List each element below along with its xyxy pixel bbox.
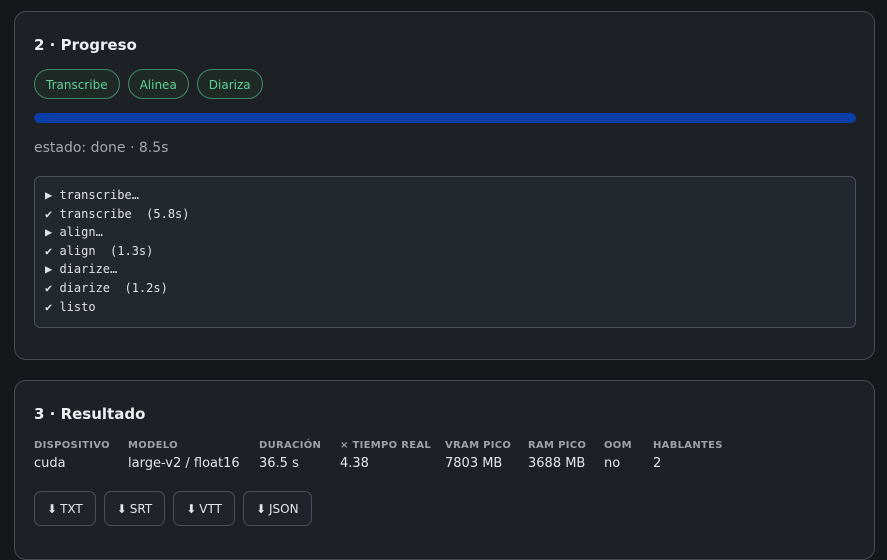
metric-value: large-v2 / float16 [128, 456, 240, 471]
log-line: ▶ diarize… [45, 262, 118, 277]
metric-label: VRAM PICO [445, 440, 512, 451]
metric-label: MODELO [128, 440, 178, 451]
metric-model: MODELO large-v2 / float16 [128, 440, 259, 471]
log-output[interactable]: ▶ transcribe… ✔ transcribe (5.8s) ▶ alig… [34, 176, 856, 328]
metric-label: RAM PICO [528, 440, 587, 451]
metric-label: DISPOSITIVO [34, 440, 110, 451]
metric-label: HABLANTES [653, 440, 723, 451]
metric-value: no [604, 456, 621, 471]
log-line: ✔ listo [45, 299, 96, 314]
download-label: TXT [60, 501, 83, 516]
status-text: estado: done · 8.5s [34, 140, 169, 156]
metric-label: OOM [604, 440, 632, 451]
download-txt-button[interactable]: ⬇ TXT [34, 491, 96, 526]
progress-title: 2 · Progreso [34, 36, 137, 54]
download-label: SRT [129, 501, 153, 516]
metric-label: DURACIÓN [259, 440, 322, 451]
metric-value: cuda [34, 456, 66, 471]
progress-bar [34, 113, 856, 123]
metrics-row: DISPOSITIVO cuda MODELO large-v2 / float… [34, 440, 733, 471]
result-card: 3 · Resultado DISPOSITIVO cuda MODELO la… [14, 380, 875, 560]
metric-realtime-factor: × TIEMPO REAL 4.38 [340, 440, 445, 471]
metric-vram-peak: VRAM PICO 7803 MB [445, 440, 528, 471]
download-label: JSON [269, 501, 299, 516]
metric-ram-peak: RAM PICO 3688 MB [528, 440, 604, 471]
metric-value: 4.38 [340, 456, 369, 471]
metric-duration: DURACIÓN 36.5 s [259, 440, 340, 471]
log-line: ✔ transcribe (5.8s) [45, 206, 190, 221]
download-icon: ⬇ [186, 501, 197, 516]
metric-value: 2 [653, 456, 662, 471]
download-vtt-button[interactable]: ⬇ VTT [173, 491, 235, 526]
download-buttons: ⬇ TXT ⬇ SRT ⬇ VTT ⬇ JSON [34, 491, 312, 526]
stage-chip-transcribe[interactable]: Transcribe [34, 69, 120, 99]
download-icon: ⬇ [47, 501, 58, 516]
log-line: ✔ diarize (1.2s) [45, 280, 168, 295]
download-icon: ⬇ [116, 501, 127, 516]
download-icon: ⬇ [255, 501, 267, 516]
stage-chip-align[interactable]: Alinea [127, 69, 189, 99]
progress-bar-fill [34, 113, 856, 123]
metric-value: 7803 MB [445, 456, 503, 471]
metric-speakers: HABLANTES 2 [653, 440, 733, 471]
progress-card: 2 · Progreso Transcribe Alinea Diariza e… [14, 11, 875, 360]
metric-label: × TIEMPO REAL [340, 440, 432, 451]
stage-chip-diarize[interactable]: Diariza [196, 69, 263, 99]
download-srt-button[interactable]: ⬇ SRT [103, 491, 166, 526]
metric-device: DISPOSITIVO cuda [34, 440, 128, 471]
download-label: VTT [199, 501, 222, 516]
log-line: ✔ align (1.3s) [45, 243, 154, 258]
stage-chips: Transcribe Alinea Diariza [34, 69, 263, 99]
metric-oom: OOM no [604, 440, 653, 471]
log-line: ▶ align… [45, 225, 103, 240]
download-json-button[interactable]: ⬇ JSON [242, 491, 312, 526]
metric-value: 36.5 s [259, 456, 299, 471]
result-title: 3 · Resultado [34, 405, 146, 423]
log-line: ▶ transcribe… [45, 188, 139, 202]
metric-value: 3688 MB [528, 456, 586, 471]
